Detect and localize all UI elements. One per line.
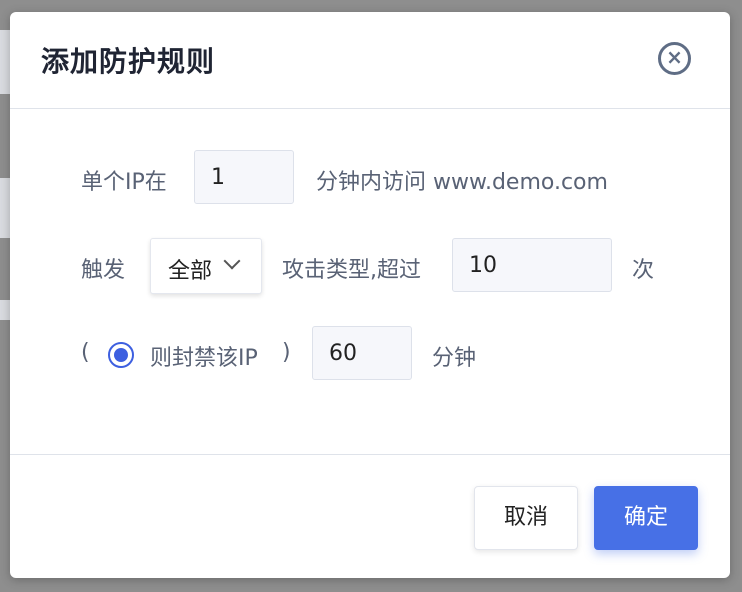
paren-open: ( bbox=[81, 340, 90, 365]
add-protection-rule-dialog: 添加防护规则 × 单个IP在 分钟内访问 www.demo.com 触发 全部 … bbox=[10, 12, 730, 578]
trigger-label: 触发 bbox=[81, 258, 126, 283]
close-icon: × bbox=[666, 45, 683, 69]
block-unit-label: 分钟 bbox=[432, 346, 477, 371]
minutes-input[interactable] bbox=[194, 150, 294, 204]
dialog-header: 添加防护规则 × bbox=[10, 12, 730, 109]
count-input[interactable] bbox=[452, 238, 612, 292]
chevron-down-icon bbox=[223, 252, 241, 270]
radio-selected-dot bbox=[114, 348, 128, 362]
attack-type-exceed-label: 攻击类型,超过 bbox=[282, 258, 421, 283]
footer-divider bbox=[10, 454, 730, 455]
backdrop-panel-mid bbox=[0, 178, 10, 238]
confirm-button[interactable]: 确定 bbox=[594, 486, 698, 550]
rule-suffix-label: 分钟内访问 www.demo.com bbox=[316, 170, 608, 195]
block-ip-label: 则封禁该IP bbox=[150, 346, 258, 371]
rule-prefix-label: 单个IP在 bbox=[81, 170, 167, 195]
block-ip-radio[interactable] bbox=[108, 342, 134, 368]
backdrop-panel-low bbox=[0, 300, 10, 320]
cancel-button[interactable]: 取消 bbox=[474, 486, 578, 550]
paren-close: ) bbox=[282, 340, 291, 365]
block-minutes-input[interactable] bbox=[312, 326, 412, 380]
close-button[interactable]: × bbox=[658, 42, 691, 75]
attack-type-value: 全部 bbox=[168, 259, 213, 284]
backdrop-panel-top bbox=[0, 30, 10, 94]
attack-type-select[interactable]: 全部 bbox=[150, 238, 262, 294]
dialog-title: 添加防护规则 bbox=[41, 45, 216, 78]
count-unit-label: 次 bbox=[632, 258, 655, 283]
